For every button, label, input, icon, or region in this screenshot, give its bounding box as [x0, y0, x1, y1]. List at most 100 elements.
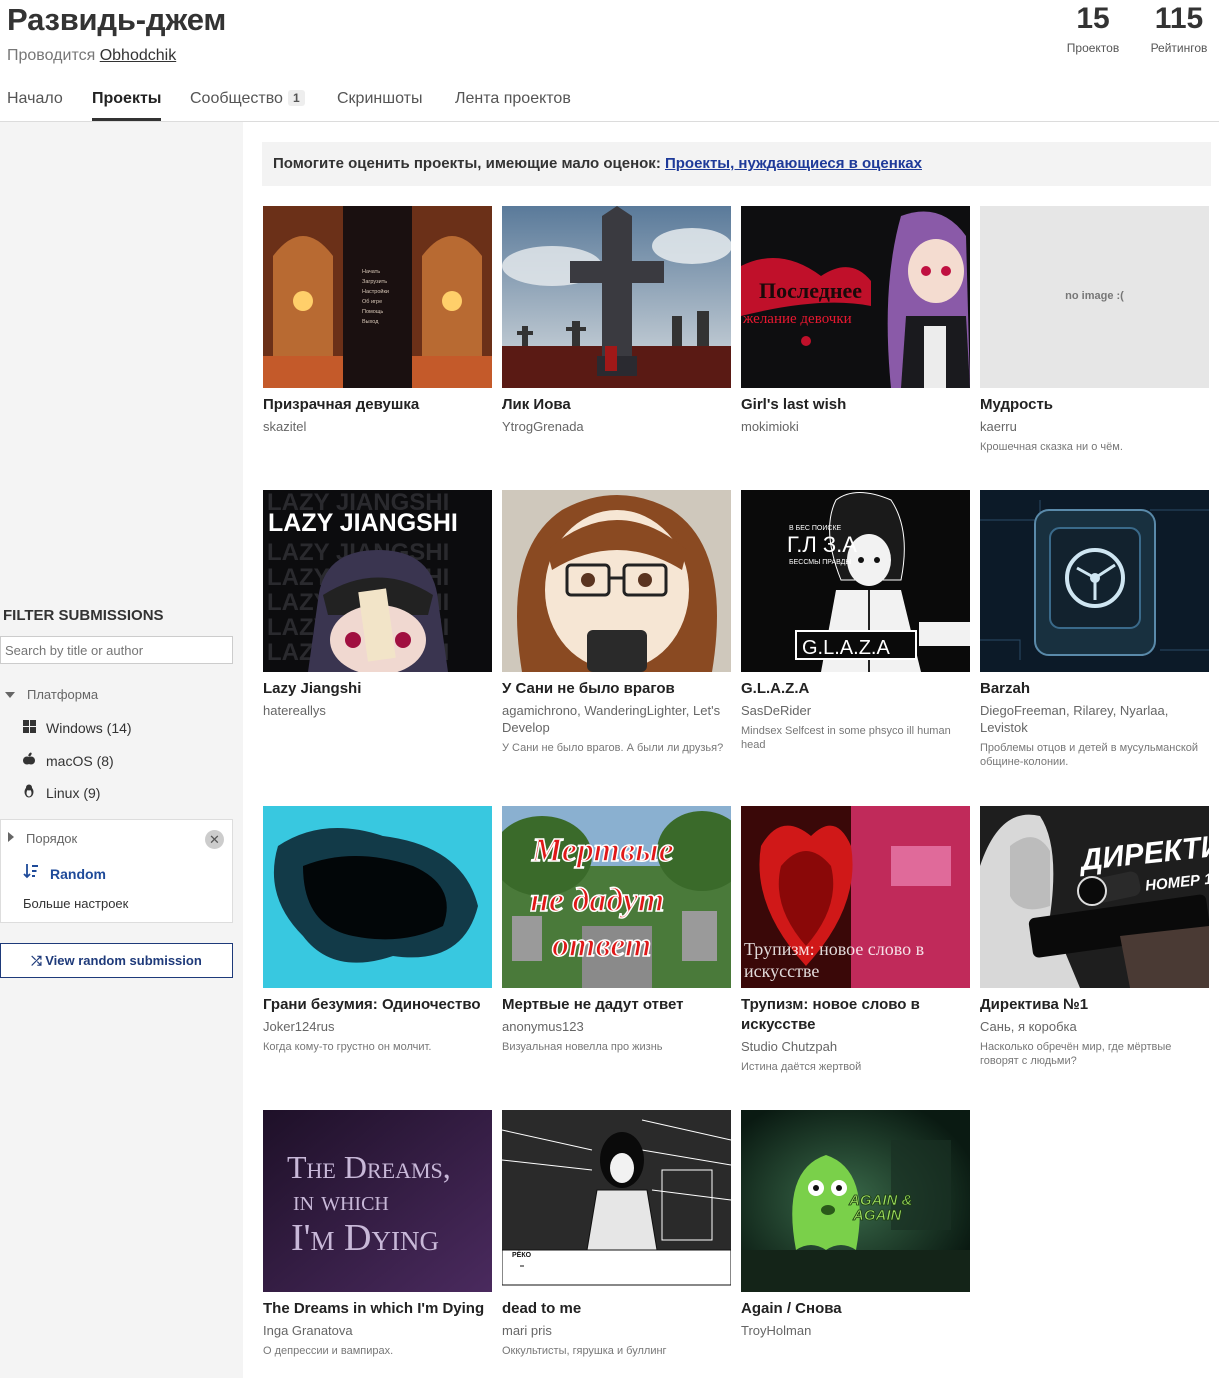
thumb-menu-item: Загрузить [362, 279, 387, 285]
card-title[interactable]: The Dreams in which I'm Dying [263, 1299, 492, 1319]
thumbnail[interactable]: ДИРЕКТИВА НОМЕР 1 [980, 806, 1209, 988]
stat-projects-num: 15 [1076, 2, 1110, 35]
shuffle-icon: ⤮ [31, 953, 42, 968]
thumb-text: The Dreams, [287, 1149, 451, 1185]
thumb-text: РЁКО [512, 1251, 532, 1259]
card-title[interactable]: Lazy Jiangshi [263, 679, 492, 699]
card-description: Проблемы отцов и детей в мусульманской о… [980, 742, 1199, 768]
platform-group-toggle[interactable]: Платформа [5, 687, 98, 702]
thumbnail[interactable]: Последнее желание девочки [741, 206, 970, 388]
thumbnail[interactable]: Начать Загрузить Настройки Об игре Помощ… [263, 206, 492, 388]
card-title[interactable]: Трупизм: новое слово в искусстве [741, 995, 970, 1035]
windows-icon [22, 720, 36, 736]
submission-card[interactable]: Начать Загрузить Настройки Об игре Помощ… [263, 206, 492, 435]
jam-header: Развидь-джем Проводится Obhodchik 15 Про… [0, 0, 1219, 122]
platform-windows[interactable]: Windows (14) [22, 720, 132, 736]
card-author[interactable]: skazitel [263, 418, 492, 435]
card-description: Истина даётся жертвой [741, 1061, 862, 1073]
platform-macos-label: macOS (8) [46, 753, 114, 769]
submission-card[interactable]: В БЕС ПОИСКЕ Г.Л З.А БЕССМЫ ПРАВДЫ G.L.A… [741, 490, 970, 752]
submission-card[interactable]: Трупизм: новое слово в искусстве Трупизм… [741, 806, 970, 1074]
card-title[interactable]: Мертвые не дадут ответ [502, 995, 731, 1015]
tab-screenshots[interactable]: Скриншоты [337, 90, 422, 121]
card-title[interactable]: Грани безумия: Одиночество [263, 995, 492, 1015]
card-author[interactable]: agamichrono, WanderingLighter, Let's Dev… [502, 702, 731, 736]
card-title[interactable]: Again / Снова [741, 1299, 970, 1319]
submission-card[interactable]: РЁКО dead to me mari pris Оккультисты, г… [502, 1110, 731, 1358]
submission-card[interactable]: LAZY JIANGSHI LAZY JIANGSHI LAZY JIANGSH… [263, 490, 492, 719]
thumbnail[interactable]: The Dreams, in which I'm Dying [263, 1110, 492, 1292]
card-description: У Сани не было врагов. А были ли друзья? [502, 742, 724, 754]
card-description: Оккультисты, гярушка и буллинг [502, 1345, 667, 1357]
card-author[interactable]: Сань, я коробка [980, 1018, 1209, 1035]
card-title[interactable]: Barzah [980, 679, 1209, 699]
tab-feed[interactable]: Лента проектов [455, 90, 571, 121]
card-author[interactable]: hatereallys [263, 702, 492, 719]
card-title[interactable]: Директива №1 [980, 995, 1209, 1015]
more-settings-link[interactable]: Больше настроек [23, 896, 128, 911]
card-description: Насколько обречён мир, где мёртвые говор… [980, 1041, 1172, 1067]
card-title[interactable]: Лик Иова [502, 395, 731, 415]
banner-link[interactable]: Проекты, нуждающиеся в оценках [665, 155, 922, 172]
submission-card[interactable]: Мертвые не дадут ответ Мертвые не дадут … [502, 806, 731, 1054]
order-group-toggle[interactable]: Порядок [6, 831, 77, 846]
search-input[interactable] [0, 636, 233, 664]
tab-projects[interactable]: Проекты [92, 90, 162, 121]
thumbnail[interactable]: LAZY JIANGSHI LAZY JIANGSHI LAZY JIANGSH… [263, 490, 492, 672]
thumbnail[interactable] [263, 806, 492, 988]
host-link[interactable]: Obhodchik [100, 47, 177, 64]
card-author[interactable]: TroyHolman [741, 1322, 970, 1339]
thumb-text: БЕССМЫ ПРАВДЫ [789, 559, 852, 566]
thumb-text: I'm Dying [291, 1217, 439, 1259]
card-author[interactable]: Studio Chutzpah [741, 1038, 970, 1055]
tab-home[interactable]: Начало [7, 90, 63, 121]
thumbnail[interactable]: Трупизм: новое слово в искусстве [741, 806, 970, 988]
no-image-text: no image :( [1065, 290, 1124, 302]
submission-card[interactable]: The Dreams, in which I'm Dying The Dream… [263, 1110, 492, 1358]
submission-card[interactable]: Лик Иова YtrogGrenada [502, 206, 731, 435]
card-author[interactable]: SasDeRider [741, 702, 970, 719]
platform-linux[interactable]: Linux (9) [22, 784, 100, 801]
order-box: Порядок ✕ Random Больше настроек [0, 819, 233, 923]
card-author[interactable]: Inga Granatova [263, 1322, 492, 1339]
card-author[interactable]: YtrogGrenada [502, 418, 731, 435]
platform-macos[interactable]: macOS (8) [22, 752, 114, 769]
thumbnail[interactable]: no image :( [980, 206, 1209, 388]
thumbnail[interactable] [502, 490, 731, 672]
thumbnail[interactable]: В БЕС ПОИСКЕ Г.Л З.А БЕССМЫ ПРАВДЫ G.L.A… [741, 490, 970, 672]
close-icon[interactable]: ✕ [205, 830, 224, 849]
card-title[interactable]: Girl's last wish [741, 395, 970, 415]
submission-card[interactable]: Последнее желание девочки Girl's last wi… [741, 206, 970, 435]
submission-card[interactable]: no image :( Мудрость kaerru Крошечная ск… [980, 206, 1209, 454]
order-random[interactable]: Random [23, 863, 106, 882]
platform-linux-label: Linux (9) [46, 785, 101, 801]
card-author[interactable]: DiegoFreeman, Rilarey, Nyarlaa, Levistok [980, 702, 1209, 736]
submission-card[interactable]: AGAIN & AGAIN Again / Снова TroyHolman [741, 1110, 970, 1339]
thumbnail[interactable]: Мертвые не дадут ответ [502, 806, 731, 988]
view-random-button[interactable]: ⤮ View random submission [0, 943, 233, 978]
submission-card[interactable]: У Сани не было врагов agamichrono, Wande… [502, 490, 731, 755]
platform-group-label: Платформа [27, 687, 99, 702]
submission-card[interactable]: Barzah DiegoFreeman, Rilarey, Nyarlaa, L… [980, 490, 1209, 769]
thumb-text: LAZY JIANGSHI [268, 509, 458, 537]
filter-title: FILTER SUBMISSIONS [3, 607, 164, 624]
card-author[interactable]: mari pris [502, 1322, 731, 1339]
tab-community[interactable]: Сообщество 1 [190, 90, 305, 121]
submission-card[interactable]: Грани безумия: Одиночество Joker124rus К… [263, 806, 492, 1054]
card-title[interactable]: Призрачная девушка [263, 395, 492, 415]
card-title[interactable]: Мудрость [980, 395, 1209, 415]
thumbnail[interactable]: РЁКО [502, 1110, 731, 1292]
card-title[interactable]: G.L.A.Z.A [741, 679, 970, 699]
stat-ratings: 115 Рейтингов [1148, 2, 1210, 55]
card-title[interactable]: dead to me [502, 1299, 731, 1319]
hosted-prefix: Проводится [7, 47, 96, 64]
card-author[interactable]: Joker124rus [263, 1018, 492, 1035]
thumbnail[interactable] [980, 490, 1209, 672]
submission-card[interactable]: ДИРЕКТИВА НОМЕР 1 Директива №1 Сань, я к… [980, 806, 1209, 1068]
card-author[interactable]: anonymus123 [502, 1018, 731, 1035]
card-title[interactable]: У Сани не было врагов [502, 679, 731, 699]
thumbnail[interactable]: AGAIN & AGAIN [741, 1110, 970, 1292]
thumbnail[interactable] [502, 206, 731, 388]
card-author[interactable]: kaerru [980, 418, 1209, 435]
card-author[interactable]: mokimioki [741, 418, 970, 435]
